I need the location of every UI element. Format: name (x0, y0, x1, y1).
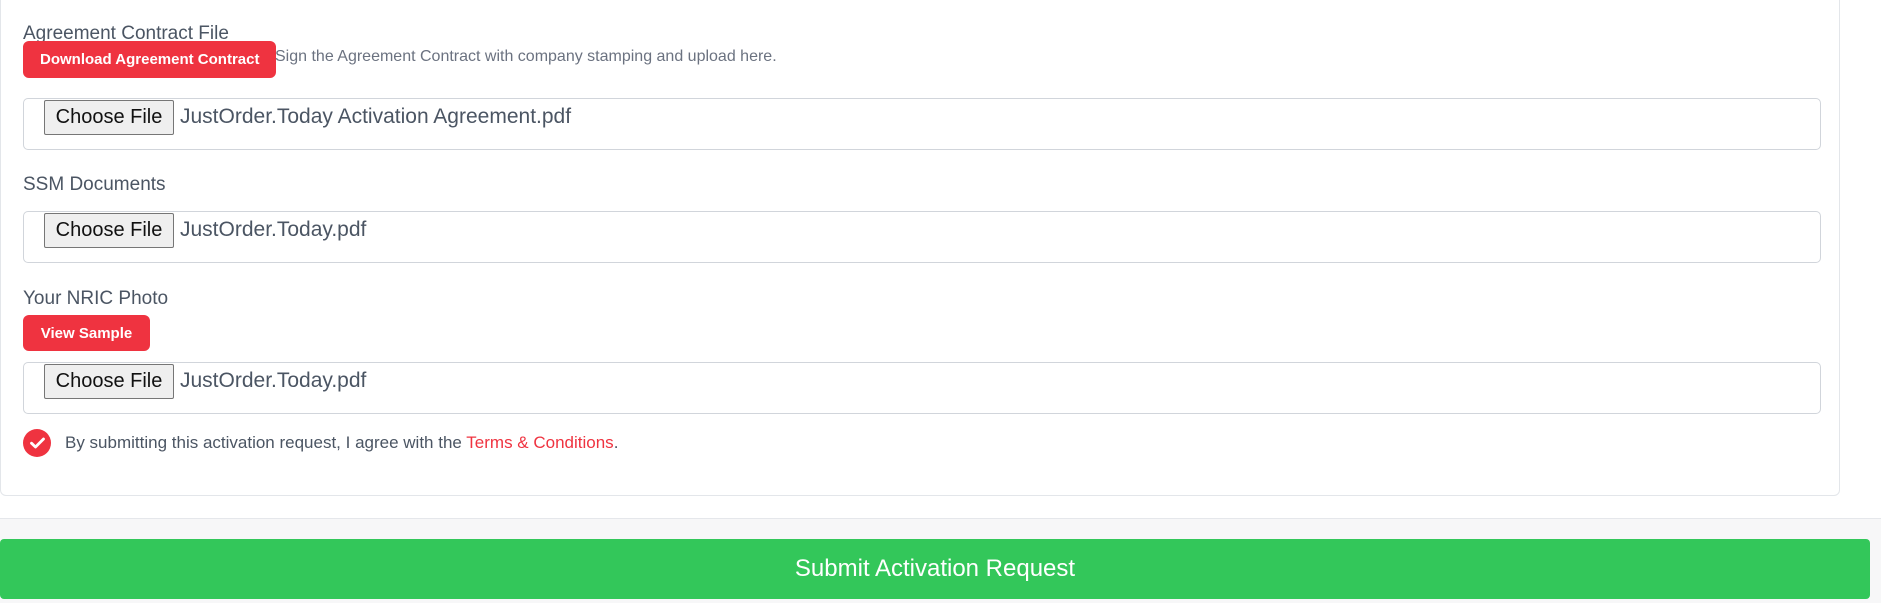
ssm-file-input[interactable]: Choose File JustOrder.Today.pdf (23, 211, 1821, 263)
nric-file-input[interactable]: Choose File JustOrder.Today.pdf (23, 362, 1821, 414)
agreement-file-input[interactable]: Choose File JustOrder.Today Activation A… (23, 98, 1821, 150)
terms-text-before: By submitting this activation request, I… (65, 433, 467, 452)
terms-text-after: . (613, 433, 619, 452)
ssm-file-name: JustOrder.Today.pdf (180, 218, 367, 241)
agreement-file-name: JustOrder.Today Activation Agreement.pdf (180, 105, 572, 128)
ssm-documents-label: SSM Documents (23, 174, 166, 195)
nric-photo-label: Your NRIC Photo (23, 288, 169, 309)
submit-activation-button[interactable]: Submit Activation Request (0, 539, 1870, 599)
terms-agreement-text: By submitting this activation request, I… (65, 432, 618, 454)
check-icon (29, 437, 45, 449)
nric-file-name: JustOrder.Today.pdf (180, 369, 367, 392)
nric-choose-file-button[interactable]: Choose File (44, 364, 174, 399)
ssm-choose-file-button[interactable]: Choose File (44, 213, 174, 248)
agreement-hint-text: Sign the Agreement Contract with company… (275, 48, 777, 65)
terms-conditions-link[interactable]: Terms & Conditions (466, 433, 613, 452)
agreement-choose-file-button[interactable]: Choose File (44, 100, 174, 135)
terms-agree-checkbox[interactable] (23, 429, 51, 457)
download-agreement-button[interactable]: Download Agreement Contract (23, 41, 277, 78)
view-sample-button[interactable]: View Sample (23, 315, 150, 351)
upload-form-card: Agreement Contract File Download Agreeme… (0, 0, 1840, 496)
